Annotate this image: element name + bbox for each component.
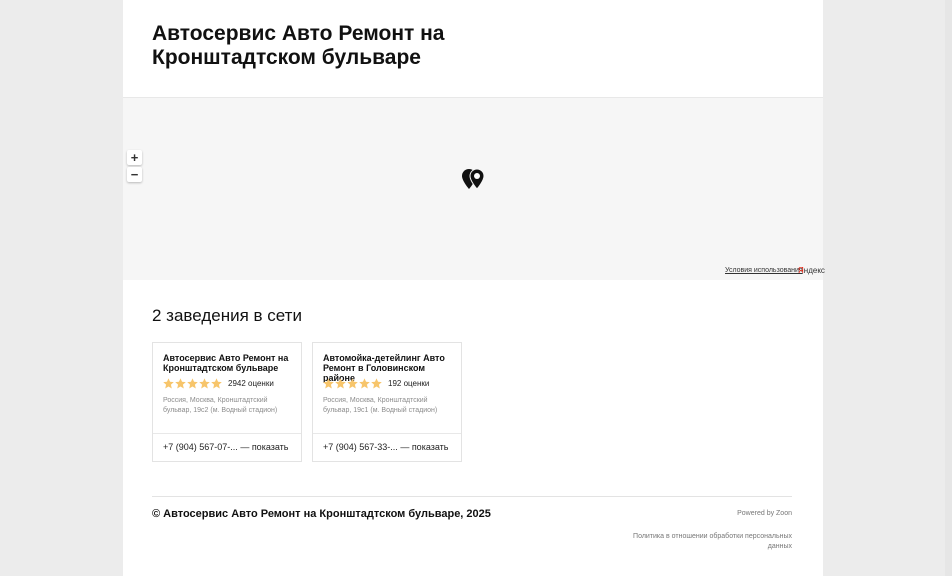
- star-icon: [335, 378, 346, 389]
- branch-phone: +7 (904) 567-07-... — показать: [163, 442, 288, 452]
- network-section-title: 2 заведения в сети: [152, 306, 302, 325]
- star-icon: [163, 378, 174, 389]
- privacy-policy-link[interactable]: Политика в отношении обработки персональ…: [622, 532, 792, 552]
- map-provider-logo[interactable]: Яндекс: [798, 266, 825, 275]
- branch-address: Россия, Москва, Кронштадтский бульвар, 1…: [323, 397, 438, 414]
- page-title: Автосервис Авто Ремонт на Кронштадтском …: [152, 22, 445, 69]
- phone-number: +7 (904) 567-33-...: [323, 442, 398, 452]
- show-phone-link[interactable]: — показать: [400, 442, 448, 452]
- map-terms-link[interactable]: Условия использования: [725, 267, 803, 274]
- star-icon: [211, 378, 222, 389]
- show-phone-link[interactable]: — показать: [240, 442, 288, 452]
- star-icon: [199, 378, 210, 389]
- branch-phone: +7 (904) 567-33-... — показать: [323, 442, 448, 452]
- card-divider: [313, 433, 461, 434]
- rating: 2942 оценки: [163, 378, 274, 389]
- star-icon: [175, 378, 186, 389]
- branch-name-link[interactable]: Автосервис Авто Ремонт на Кронштадтском …: [163, 353, 293, 373]
- card-divider: [153, 433, 301, 434]
- copyright-text: © Автосервис Авто Ремонт на Кронштадтско…: [152, 508, 491, 520]
- star-icon: [187, 378, 198, 389]
- zoom-out-button[interactable]: −: [127, 167, 142, 182]
- branch-card[interactable]: Автосервис Авто Ремонт на Кронштадтском …: [152, 342, 302, 462]
- star-icon: [323, 378, 334, 389]
- scrollbar[interactable]: [945, 0, 952, 576]
- page-container: Автосервис Авто Ремонт на Кронштадтском …: [123, 0, 825, 576]
- zoom-in-button[interactable]: +: [127, 150, 142, 165]
- rating-count: 2942 оценки: [228, 379, 274, 388]
- phone-number: +7 (904) 567-07-...: [163, 442, 238, 452]
- map-pin-icon[interactable]: [460, 167, 488, 191]
- branch-address: Россия, Москва, Кронштадтский бульвар, 1…: [163, 397, 278, 414]
- footer-divider: [152, 496, 792, 497]
- powered-by-link[interactable]: Powered by Zoon: [737, 510, 792, 517]
- star-icon: [347, 378, 358, 389]
- map-logo-rest: ндекс: [803, 266, 825, 275]
- star-icon: [371, 378, 382, 389]
- map[interactable]: + − Условия использования Яндекс: [123, 98, 825, 280]
- rating-count: 192 оценки: [388, 379, 430, 388]
- branch-card[interactable]: Автомойка-детейлинг Авто Ремонт в Голови…: [312, 342, 462, 462]
- header: Автосервис Авто Ремонт на Кронштадтском …: [123, 0, 823, 98]
- star-icon: [359, 378, 370, 389]
- rating: 192 оценки: [323, 378, 429, 389]
